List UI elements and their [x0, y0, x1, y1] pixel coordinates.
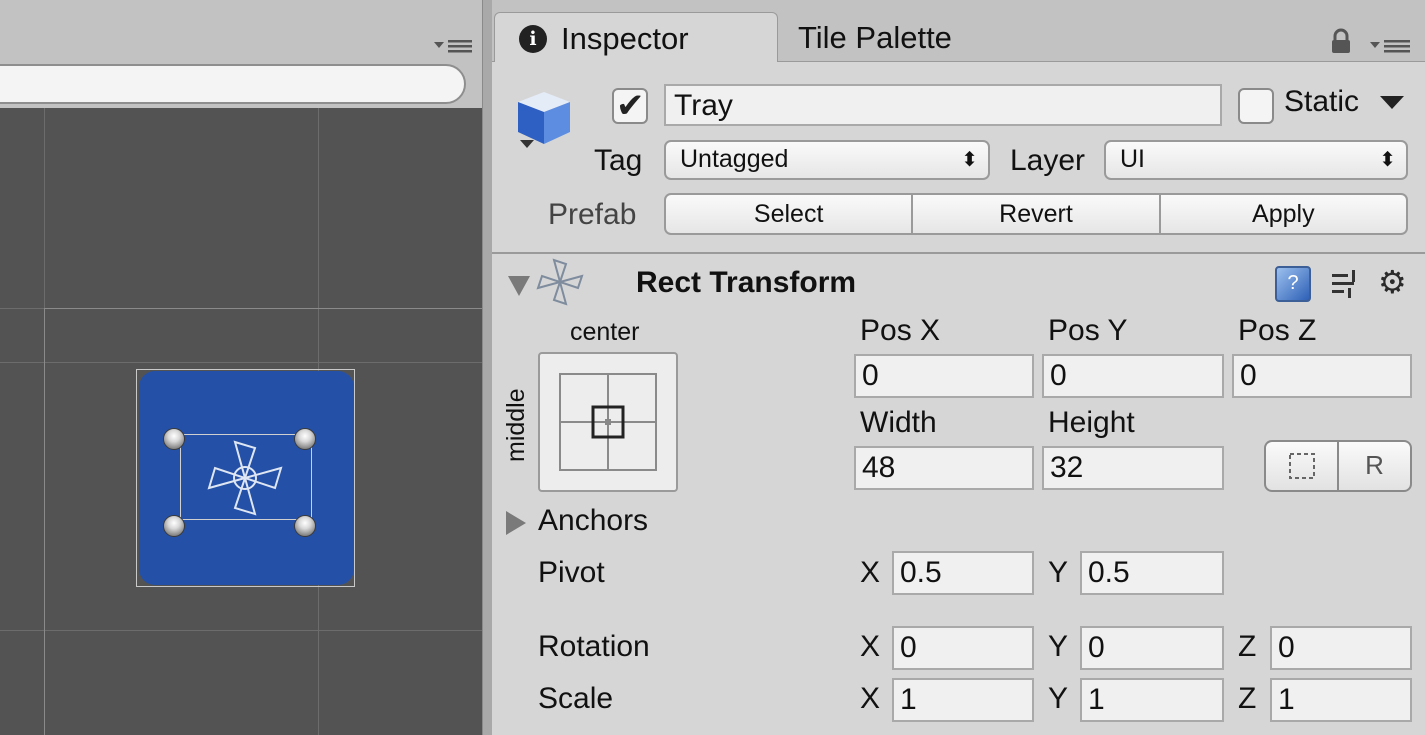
scale-y-label: Y	[1048, 682, 1069, 715]
prefab-label: Prefab	[548, 198, 637, 231]
component-title: Rect Transform	[636, 266, 857, 299]
static-label: Static	[1284, 85, 1360, 118]
info-icon: i	[519, 25, 547, 53]
active-checkbox[interactable]: ✔	[612, 86, 648, 126]
rotation-label: Rotation	[538, 630, 650, 663]
help-icon[interactable]: ?	[1275, 266, 1311, 302]
scale-x-field[interactable]: 1	[892, 678, 1034, 722]
pivot-anchor-icon[interactable]	[205, 438, 285, 518]
resize-handle-top-right[interactable]	[294, 428, 316, 450]
foldout-arrow-icon[interactable]	[508, 276, 530, 296]
search-input[interactable]	[0, 64, 466, 104]
rotation-y-field[interactable]: 0	[1080, 626, 1224, 670]
scene-view[interactable]	[0, 108, 482, 735]
rotation-z-field[interactable]: 0	[1270, 626, 1412, 670]
tab-inspector[interactable]: i Inspector	[494, 12, 778, 63]
anchors-foldout-arrow-icon[interactable]	[506, 511, 526, 535]
anchors-label[interactable]: Anchors	[538, 504, 648, 538]
pivot-x-label: X	[860, 556, 881, 589]
blueprint-icon	[1288, 453, 1315, 479]
rotation-x-field[interactable]: 0	[892, 626, 1034, 670]
pos-z-label: Pos Z	[1238, 314, 1317, 347]
pivot-label: Pivot	[538, 556, 605, 589]
layer-label: Layer	[1010, 144, 1086, 177]
pos-x-label: Pos X	[860, 314, 941, 347]
rect-transform-component: Rect Transform ? ⚙ center middle Pos X P…	[492, 254, 1425, 735]
raw-edit-button[interactable]: R	[1339, 442, 1410, 490]
panel-divider[interactable]	[482, 0, 492, 735]
presets-icon[interactable]	[1330, 268, 1362, 300]
tab-label: Inspector	[561, 21, 689, 56]
layer-value: UI	[1120, 145, 1145, 173]
panel-menu-icon[interactable]	[1368, 36, 1412, 56]
checkmark-icon: ✔	[616, 86, 645, 126]
prefab-revert-button[interactable]: Revert	[913, 195, 1161, 233]
pos-x-field[interactable]: 0	[854, 354, 1034, 398]
gameobject-cube-icon	[518, 92, 570, 148]
scale-z-label: Z	[1238, 682, 1257, 715]
resize-handle-bottom-left[interactable]	[163, 515, 185, 537]
rotation-z-label: Z	[1238, 630, 1257, 663]
pos-z-field[interactable]: 0	[1232, 354, 1412, 398]
tag-value: Untagged	[680, 145, 789, 173]
static-dropdown-arrow-icon[interactable]	[1380, 96, 1404, 109]
gameobject-header: ✔ Tray Static Tag Untagged ⬍ Layer UI ⬍ …	[492, 62, 1425, 254]
lock-icon[interactable]	[1328, 28, 1354, 54]
blueprint-mode-button[interactable]	[1266, 442, 1339, 490]
pos-y-field[interactable]: 0	[1042, 354, 1224, 398]
tag-label: Tag	[594, 144, 643, 177]
pivot-y-field[interactable]: 0.5	[1080, 551, 1224, 595]
pivot-x-field[interactable]: 0.5	[892, 551, 1034, 595]
scene-panel	[0, 0, 482, 735]
scale-z-field[interactable]: 1	[1270, 678, 1412, 722]
height-label: Height	[1048, 406, 1135, 439]
tab-bar: i Inspector Tile Palette	[492, 0, 1425, 63]
resize-handle-top-left[interactable]	[163, 428, 185, 450]
static-checkbox[interactable]	[1238, 88, 1274, 124]
tab-tile-palette[interactable]: Tile Palette	[798, 20, 952, 56]
prefab-apply-button[interactable]: Apply	[1161, 195, 1406, 233]
pivot-y-label: Y	[1048, 556, 1069, 589]
pos-y-label: Pos Y	[1048, 314, 1128, 347]
updown-arrow-icon: ⬍	[961, 147, 978, 171]
rect-transform-icon	[536, 258, 584, 306]
rotation-y-label: Y	[1048, 630, 1069, 663]
resize-handle-bottom-right[interactable]	[294, 515, 316, 537]
tag-dropdown[interactable]: Untagged ⬍	[664, 140, 990, 180]
scene-toolbar	[0, 0, 482, 62]
updown-arrow-icon: ⬍	[1379, 147, 1396, 171]
anchor-horizontal-label: center	[570, 318, 640, 346]
width-label: Width	[860, 406, 937, 439]
width-field[interactable]: 48	[854, 446, 1034, 490]
object-name-field[interactable]: Tray	[664, 84, 1222, 126]
scale-y-field[interactable]: 1	[1080, 678, 1224, 722]
anchor-vertical-label: middle	[502, 388, 530, 462]
panel-menu-icon[interactable]	[432, 36, 474, 56]
prefab-button-group: Select Revert Apply	[664, 193, 1408, 235]
layer-dropdown[interactable]: UI ⬍	[1104, 140, 1408, 180]
inspector-panel: i Inspector Tile Palette ✔ Tray Static T…	[492, 0, 1425, 735]
anchor-preset-button[interactable]	[538, 352, 678, 492]
edit-mode-button-group: R	[1264, 440, 1412, 492]
prefab-select-button[interactable]: Select	[666, 195, 914, 233]
height-field[interactable]: 32	[1042, 446, 1224, 490]
rotation-x-label: X	[860, 630, 881, 663]
anchor-preset-icon	[559, 373, 657, 471]
scale-label: Scale	[538, 682, 614, 715]
scale-x-label: X	[860, 682, 881, 715]
gear-icon[interactable]: ⚙	[1378, 264, 1407, 300]
